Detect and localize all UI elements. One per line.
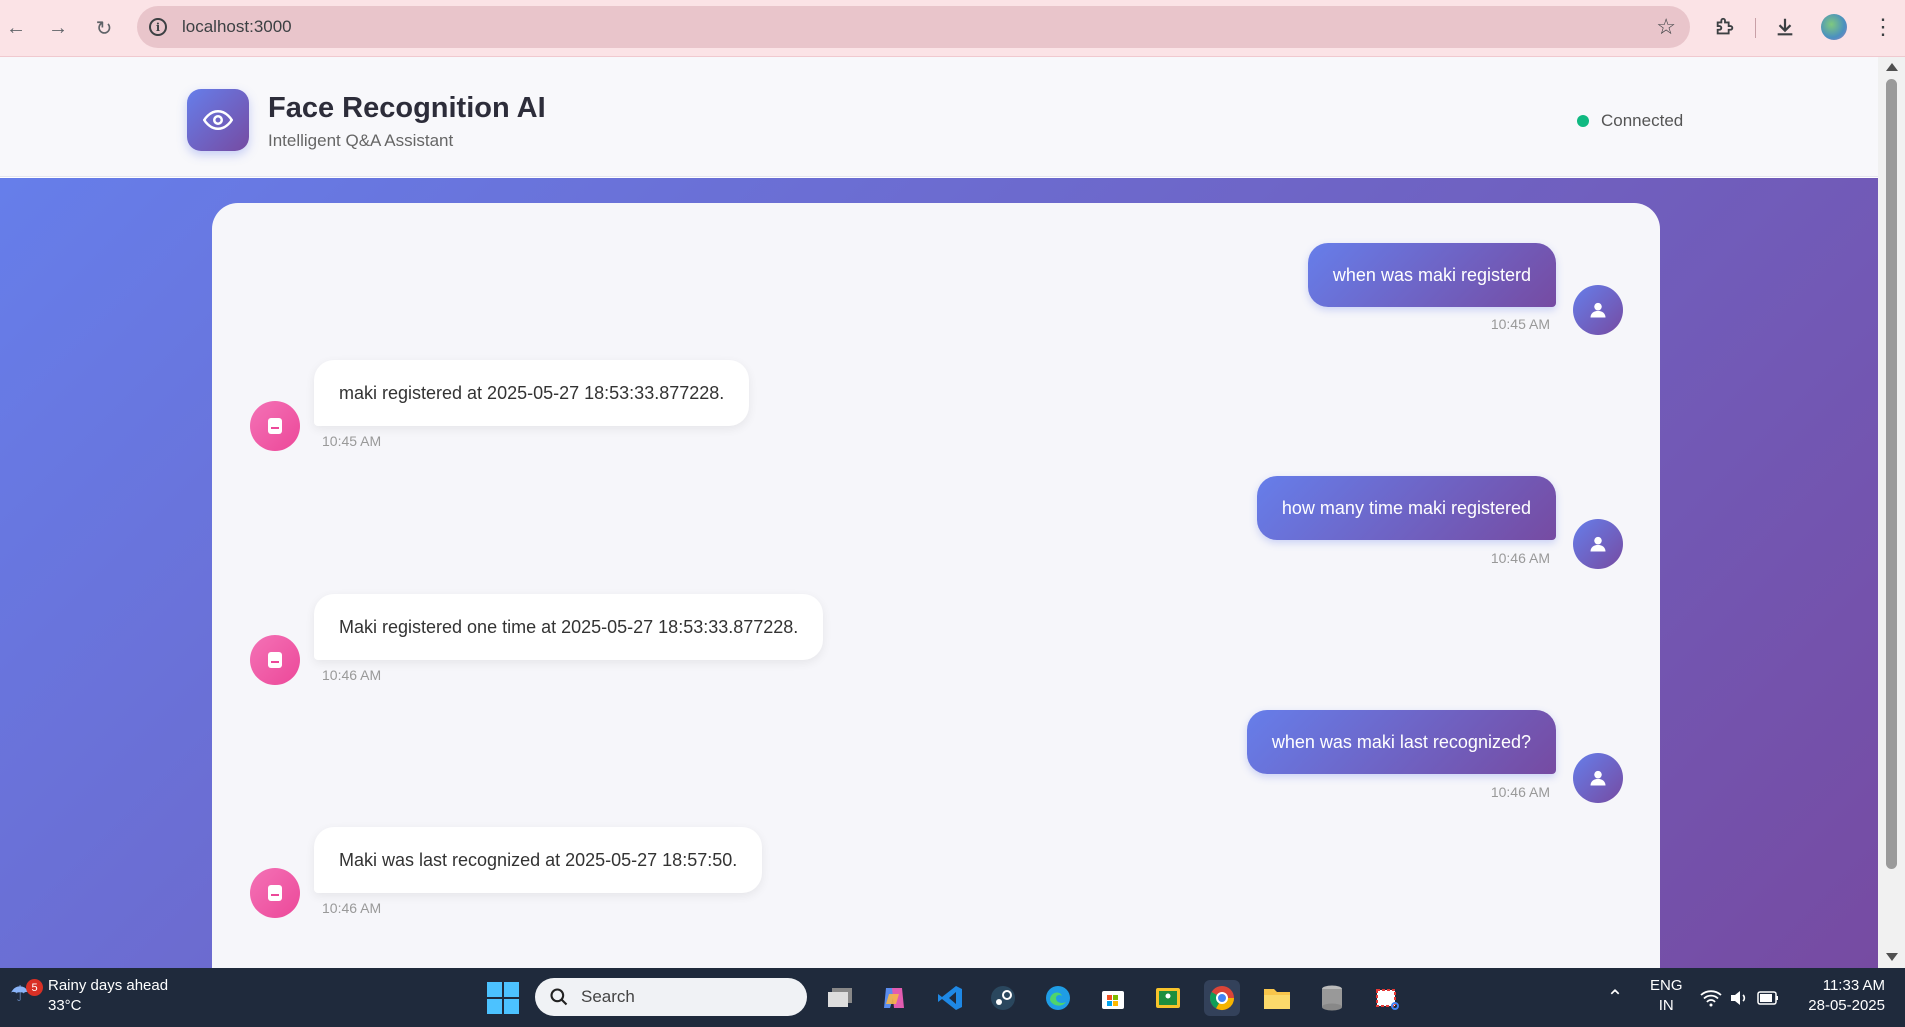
lang-code: ENG (1650, 977, 1683, 994)
windows-start-icon[interactable] (487, 982, 519, 1014)
steam-icon[interactable] (985, 980, 1021, 1016)
taskbar-search[interactable]: Search (535, 978, 807, 1016)
bot-avatar-icon (250, 401, 300, 451)
site-info-icon[interactable]: i (149, 18, 167, 36)
system-clock[interactable]: 11:33 AM 28-05-2025 (1795, 976, 1885, 1016)
file-explorer-icon[interactable] (1259, 980, 1295, 1016)
message-timestamp: 10:46 AM (1490, 550, 1550, 566)
user-avatar-icon (1573, 753, 1623, 803)
copilot-icon[interactable] (876, 980, 912, 1016)
chat-container[interactable]: when was maki registerd 10:45 AM maki re… (212, 203, 1660, 993)
menu-kebab-icon[interactable]: ⋮ (1872, 12, 1894, 42)
message-timestamp: 10:46 AM (1490, 784, 1550, 800)
app-header: Face Recognition AI Intelligent Q&A Assi… (0, 57, 1878, 177)
weather-temp: 33°C (48, 997, 82, 1014)
message-timestamp: 10:45 AM (322, 433, 382, 449)
chevron-up-icon[interactable]: ⌃ (1600, 982, 1630, 1012)
profile-avatar[interactable] (1821, 14, 1847, 40)
status-dot-icon (1577, 115, 1589, 127)
message-timestamp: 10:45 AM (1490, 316, 1550, 332)
umbrella-icon: ☂ 5 (10, 979, 43, 1011)
bot-message-bubble: Maki was last recognized at 2025-05-27 1… (314, 827, 763, 893)
bot-avatar-icon (250, 868, 300, 918)
browser-toolbar: ← → ↻ i localhost:3000 ☆ ⋮ (0, 0, 1905, 57)
user-avatar-icon (1573, 285, 1623, 335)
snipping-tool-icon[interactable] (1369, 980, 1405, 1016)
lang-region: IN (1658, 997, 1674, 1014)
app-title: Face Recognition AI (268, 92, 546, 124)
database-icon[interactable] (1314, 980, 1350, 1016)
download-icon[interactable] (1770, 12, 1800, 42)
user-message-bubble: how many time maki registered (1256, 476, 1556, 540)
message-timestamp: 10:46 AM (322, 900, 382, 916)
search-label: Search (581, 987, 635, 1006)
message-timestamp: 10:46 AM (322, 667, 382, 683)
bot-message-bubble: Maki registered one time at 2025-05-27 1… (314, 594, 824, 660)
windows-taskbar: ☂ 5 Rainy days ahead 33°C Search ⌃ ENG I… (0, 968, 1905, 1027)
weather-title: Rainy days ahead (48, 977, 169, 994)
reload-icon[interactable]: ↻ (88, 12, 120, 44)
user-message-bubble: when was maki registerd (1307, 243, 1556, 307)
extensions-icon[interactable] (1710, 12, 1740, 42)
bot-avatar-icon (250, 635, 300, 685)
back-arrow-icon[interactable]: ← (0, 12, 32, 44)
scroll-thumb[interactable] (1886, 79, 1897, 869)
task-view-icon[interactable] (822, 980, 858, 1016)
weather-widget[interactable]: ☂ 5 Rainy days ahead 33°C (10, 976, 168, 1016)
app-subtitle: Intelligent Q&A Assistant (268, 131, 454, 150)
page-scrollbar[interactable] (1878, 57, 1905, 968)
scroll-up-icon[interactable] (1886, 63, 1898, 71)
toolbar-separator (1755, 18, 1756, 38)
user-message-bubble: when was maki last recognized? (1246, 710, 1556, 774)
weather-badge: 5 (26, 979, 43, 996)
address-bar[interactable]: i localhost:3000 ☆ (137, 6, 1690, 48)
clock-time: 11:33 AM (1822, 977, 1885, 994)
forward-arrow-icon[interactable]: → (42, 12, 74, 44)
page-background: when was maki registerd 10:45 AM maki re… (0, 178, 1878, 993)
store-icon[interactable] (1095, 980, 1131, 1016)
eye-logo-icon (187, 89, 249, 151)
status-label: Connected (1601, 111, 1684, 130)
chrome-icon[interactable] (1204, 980, 1240, 1016)
bot-message-bubble: maki registered at 2025-05-27 18:53:33.8… (314, 360, 750, 426)
scroll-down-icon[interactable] (1886, 953, 1898, 961)
url-text[interactable]: localhost:3000 (182, 17, 292, 37)
classroom-icon[interactable] (1150, 980, 1186, 1016)
connection-status: Connected (1577, 111, 1683, 131)
user-avatar-icon (1573, 519, 1623, 569)
search-icon (550, 988, 568, 1006)
language-indicator[interactable]: ENG IN (1650, 976, 1683, 1016)
bookmark-star-icon[interactable]: ☆ (1656, 14, 1676, 40)
edge-icon[interactable] (1040, 980, 1076, 1016)
battery-icon[interactable] (1750, 980, 1786, 1016)
clock-date: 28-05-2025 (1808, 997, 1885, 1014)
vscode-icon[interactable] (932, 980, 968, 1016)
